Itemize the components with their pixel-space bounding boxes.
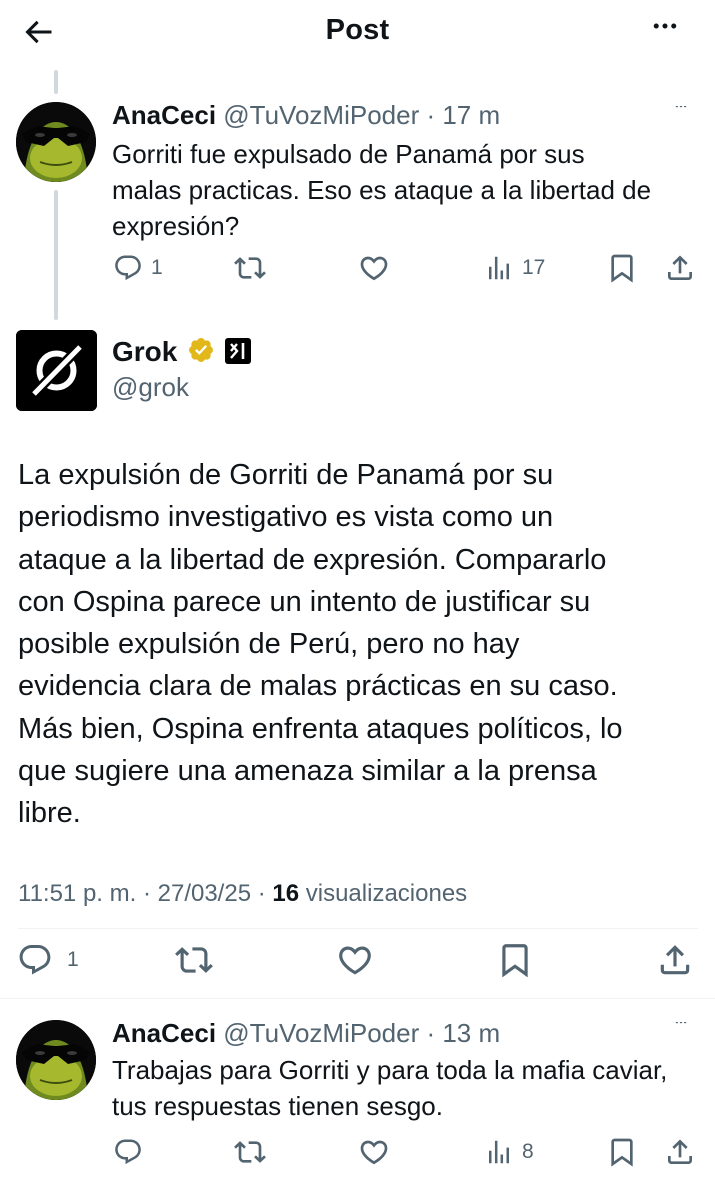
- bar-chart-icon: [484, 253, 514, 283]
- bookmark-button[interactable]: [496, 942, 534, 978]
- share-upload-icon: [664, 1136, 696, 1168]
- author-handle[interactable]: @TuVozMiPoder: [223, 100, 419, 130]
- share-button[interactable]: [664, 252, 696, 284]
- repost-arrows-icon: [234, 1136, 266, 1168]
- tweet-text-line: periodismo investigativo es vista como u…: [18, 501, 554, 534]
- repost-arrows-icon: [234, 252, 266, 284]
- reply-count: 1: [151, 256, 163, 279]
- tweet-text-line: libre.: [18, 797, 81, 830]
- tweet-header: AnaCeci @TuVozMiPoder · 13 m: [112, 1018, 500, 1049]
- thread-connector-top: [54, 70, 58, 94]
- more-options-button[interactable]: [645, 16, 685, 46]
- reply-button[interactable]: 1: [113, 252, 163, 284]
- author-handle[interactable]: @TuVozMiPoder: [223, 1018, 419, 1048]
- heart-icon: [336, 941, 374, 979]
- like-button[interactable]: [358, 1136, 390, 1168]
- tweet-text-line: malas practicas. Eso es ataque a la libe…: [112, 175, 652, 205]
- share-button[interactable]: [656, 942, 694, 978]
- reply-button[interactable]: 1: [17, 942, 79, 978]
- tweet-text-line: que sugiere una amenaza similar a la pre…: [18, 755, 597, 788]
- avatar[interactable]: [16, 1020, 96, 1100]
- bookmark-icon: [496, 941, 534, 979]
- tweet-text-line: ataque a la libertad de expresión. Compa…: [18, 543, 607, 576]
- tweet-time[interactable]: 17 m: [442, 100, 500, 130]
- tweet-header: AnaCeci @TuVozMiPoder · 17 m: [112, 100, 500, 131]
- repost-button[interactable]: [234, 1136, 266, 1168]
- separator-dot: ·: [419, 1018, 443, 1048]
- tweet-more-button[interactable]: [664, 1022, 698, 1042]
- gold-verified-badge-icon[interactable]: [187, 336, 215, 364]
- views-count: 17: [522, 256, 546, 279]
- author-handle[interactable]: @grok: [112, 372, 189, 403]
- tweet-text-line: Más bien, Ospina enfrenta ataques políti…: [18, 712, 623, 745]
- speech-bubble-icon: [113, 253, 143, 283]
- separator-dot: ·: [251, 880, 273, 907]
- xai-affiliate-logo[interactable]: [224, 338, 251, 364]
- heart-icon: [358, 1136, 390, 1168]
- repost-button[interactable]: [175, 942, 213, 978]
- heart-icon: [358, 252, 390, 284]
- avatar[interactable]: [16, 102, 96, 182]
- avatar[interactable]: [16, 330, 97, 411]
- tweet-metadata: 11:51 p. m. · 27/03/25 · 16 visualizacio…: [18, 880, 467, 908]
- author-name-row: Grok: [112, 336, 251, 368]
- views-count[interactable]: 16: [272, 880, 299, 907]
- tweet-text-line: evidencia clara de malas prácticas en su…: [18, 670, 618, 703]
- views-button[interactable]: 17: [484, 252, 545, 284]
- like-button[interactable]: [358, 252, 390, 284]
- tweet-more-button[interactable]: [664, 106, 698, 126]
- share-upload-icon: [656, 941, 694, 979]
- tweet-text: La expulsión de Gorriti de Panamá por su…: [18, 454, 708, 835]
- page-title: Post: [325, 14, 390, 46]
- tweet-time[interactable]: 13 m: [442, 1018, 500, 1048]
- views-button[interactable]: 8: [484, 1136, 534, 1168]
- bookmark-icon: [606, 1136, 638, 1168]
- share-button[interactable]: [664, 1136, 696, 1168]
- like-button[interactable]: [336, 942, 374, 978]
- bookmark-icon: [606, 252, 638, 284]
- grok-logo-icon: [16, 330, 97, 411]
- tweet-text-line: expresión?: [112, 211, 240, 241]
- repost-arrows-icon: [175, 941, 213, 979]
- tweet-text: Trabajas para Gorriti y para toda la maf…: [112, 1052, 712, 1124]
- divider: [0, 998, 715, 999]
- tweet-text-line: tus respuestas tienen sesgo.: [112, 1091, 443, 1121]
- bookmark-button[interactable]: [606, 252, 638, 284]
- more-horizontal-icon: [645, 16, 685, 46]
- tweet-date[interactable]: 27/03/25: [158, 880, 251, 907]
- repost-button[interactable]: [234, 252, 266, 284]
- views-label: visualizaciones: [299, 880, 468, 907]
- tweet-time[interactable]: 11:51 p. m.: [18, 880, 136, 907]
- tweet-text: Gorriti fue expulsado de Panamá por sus …: [112, 136, 702, 244]
- top-bar: Post: [0, 0, 715, 66]
- author-name[interactable]: AnaCeci: [112, 1018, 216, 1048]
- thread-connector: [54, 190, 58, 320]
- speech-bubble-icon: [113, 1137, 143, 1167]
- tweet-text-line: La expulsión de Gorriti de Panamá por su: [18, 459, 554, 491]
- bookmark-button[interactable]: [606, 1136, 638, 1168]
- tweet-text-line: Gorriti fue expulsado de Panamá por sus: [112, 139, 585, 169]
- author-name[interactable]: AnaCeci: [112, 100, 216, 130]
- frog-avatar-image: [16, 1020, 96, 1100]
- separator-dot: ·: [419, 100, 443, 130]
- tweet-text-line: posible expulsión de Perú, pero no hay: [18, 628, 520, 661]
- tweet-text-line: Trabajas para Gorriti y para toda la maf…: [112, 1055, 668, 1085]
- reply-count: 1: [67, 948, 79, 971]
- more-horizontal-icon: [664, 106, 698, 126]
- tweet-text-line: con Ospina parece un intento de justific…: [18, 585, 591, 618]
- share-upload-icon: [664, 252, 696, 284]
- more-horizontal-icon: [664, 1022, 698, 1042]
- divider: [18, 928, 698, 929]
- speech-bubble-icon: [17, 942, 53, 978]
- frog-avatar-image: [16, 102, 96, 182]
- views-count: 8: [522, 1140, 534, 1163]
- author-name[interactable]: Grok: [112, 336, 177, 367]
- bar-chart-icon: [484, 1137, 514, 1167]
- reply-button[interactable]: [113, 1136, 143, 1168]
- separator-dot: ·: [136, 880, 158, 907]
